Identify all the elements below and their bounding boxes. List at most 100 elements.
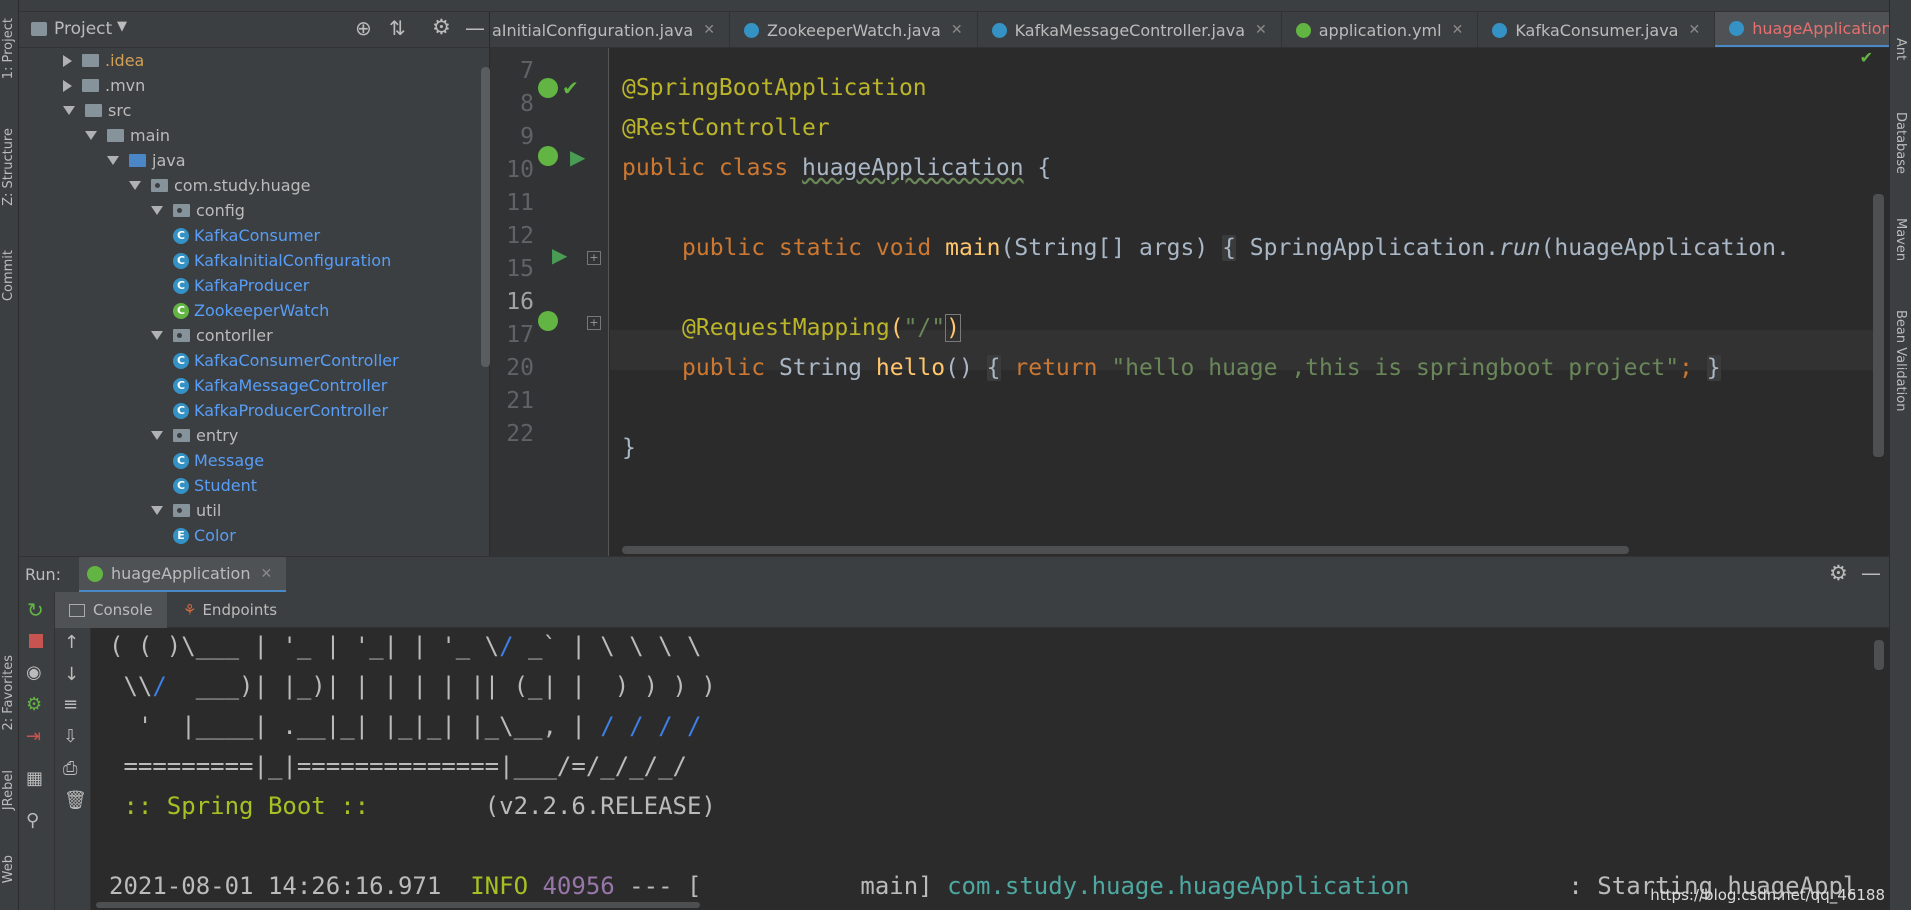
- expand-arrow-icon[interactable]: [151, 331, 163, 340]
- arrow-up-icon[interactable]: ↑: [64, 632, 79, 653]
- close-icon[interactable]: ✕: [1688, 22, 1700, 38]
- layout-icon[interactable]: ▦: [26, 768, 43, 789]
- gear-icon[interactable]: ⚙: [1829, 561, 1848, 585]
- project-panel-header: Project ▼ ⊕ ⇅ ⚙ —: [19, 12, 490, 48]
- check-icon[interactable]: ✔: [562, 76, 579, 100]
- expand-arrow-icon[interactable]: [85, 131, 97, 140]
- console-scrollbar[interactable]: [1874, 640, 1884, 670]
- debug-icon[interactable]: ⚙: [26, 694, 42, 715]
- locate-icon[interactable]: ⊕: [355, 16, 372, 40]
- tree-item[interactable]: .idea: [63, 48, 144, 73]
- close-icon[interactable]: ✕: [951, 22, 963, 38]
- expand-arrow-icon[interactable]: [129, 181, 141, 190]
- editor-tab[interactable]: KafkaMessageController.java ✕: [978, 12, 1282, 47]
- code-editor[interactable]: @SpringBootApplication @RestController p…: [610, 48, 1877, 556]
- tree-item[interactable]: C Student: [173, 473, 257, 498]
- tree-item[interactable]: C KafkaProducer: [173, 273, 309, 298]
- minimize-icon[interactable]: —: [1861, 561, 1881, 585]
- tree-item[interactable]: main: [85, 123, 170, 148]
- maven-tool-tab[interactable]: Maven: [1893, 218, 1908, 261]
- folded-brace[interactable]: {: [1222, 235, 1236, 261]
- tree-item[interactable]: src: [63, 98, 131, 123]
- tree-item[interactable]: com.study.huage: [129, 173, 311, 198]
- expand-arrow-icon[interactable]: [151, 206, 163, 215]
- tree-item[interactable]: contorller: [151, 323, 273, 348]
- tree-item[interactable]: C KafkaConsumerController: [173, 348, 399, 373]
- soft-wrap-icon[interactable]: ≡: [63, 694, 78, 715]
- tree-item[interactable]: .mvn: [63, 73, 145, 98]
- expand-arrow-icon[interactable]: [151, 506, 163, 515]
- arrow-down-icon[interactable]: ↓: [64, 664, 79, 685]
- endpoints-tab[interactable]: ⚘ Endpoints: [173, 592, 287, 628]
- ant-tool-tab[interactable]: Ant: [1893, 38, 1908, 60]
- tree-item[interactable]: C KafkaConsumer: [173, 223, 320, 248]
- run-gutter-icon[interactable]: ▶: [570, 145, 585, 169]
- tree-item[interactable]: C KafkaInitialConfiguration: [173, 248, 391, 273]
- stop-icon[interactable]: [29, 634, 43, 648]
- tree-item-label: java: [152, 151, 186, 170]
- run-gutter-icon[interactable]: ▶: [552, 243, 567, 267]
- tree-item[interactable]: C ZookeeperWatch: [173, 298, 329, 323]
- expand-arrow-icon[interactable]: [107, 156, 119, 165]
- console-tab[interactable]: Console: [55, 592, 167, 628]
- bean-validation-tool-tab[interactable]: Bean Validation: [1893, 310, 1908, 411]
- camera-icon[interactable]: ◉: [26, 662, 42, 683]
- trash-icon[interactable]: 🗑: [64, 790, 87, 811]
- watermark: https://blog.csdn.net/qq_46188: [1650, 886, 1885, 904]
- tree-item[interactable]: java: [107, 148, 186, 173]
- line-number: 22: [506, 421, 534, 447]
- collapse-arrow-icon[interactable]: [63, 54, 72, 67]
- spring-bean-icon[interactable]: [538, 78, 558, 98]
- spring-mapping-icon[interactable]: [538, 311, 558, 331]
- console-horizontal-scrollbar[interactable]: [96, 902, 700, 908]
- fold-icon[interactable]: +: [587, 316, 601, 330]
- console-output[interactable]: ( ( )\___ | '_ | '_| | '_ \/ _` | \ \ \ …: [91, 628, 1889, 910]
- commit-tool-tab[interactable]: Commit: [1, 250, 16, 301]
- collapse-arrow-icon[interactable]: [63, 79, 72, 92]
- expand-arrow-icon[interactable]: [151, 431, 163, 440]
- folded-brace[interactable]: {: [986, 355, 1001, 381]
- structure-tool-tab[interactable]: Z: Structure: [1, 128, 16, 206]
- inspection-ok-icon[interactable]: ✔: [1860, 48, 1873, 67]
- close-icon[interactable]: ✕: [260, 566, 272, 582]
- tree-item[interactable]: entry: [151, 423, 238, 448]
- editor-tab[interactable]: huageApplication.java✕: [1715, 12, 1889, 47]
- close-icon[interactable]: ✕: [1255, 22, 1267, 38]
- editor-horizontal-scrollbar[interactable]: [622, 546, 1629, 554]
- spring-bean-icon[interactable]: [538, 146, 558, 166]
- folder-icon: [107, 129, 124, 142]
- tree-item[interactable]: C KafkaMessageController: [173, 373, 387, 398]
- jrebel-tool-tab[interactable]: JRebel: [1, 770, 16, 810]
- database-tool-tab[interactable]: Database: [1893, 112, 1908, 174]
- close-icon[interactable]: ✕: [1452, 22, 1464, 38]
- editor-tab[interactable]: aInitialConfiguration.java ✕: [490, 12, 730, 47]
- tree-item[interactable]: util: [151, 498, 221, 523]
- print-icon[interactable]: ⎙: [63, 758, 77, 779]
- editor-tab[interactable]: KafkaConsumer.java ✕: [1478, 12, 1716, 47]
- project-view-title[interactable]: Project: [54, 19, 112, 39]
- favorites-tool-tab[interactable]: 2: Favorites: [1, 655, 16, 731]
- expand-arrow-icon[interactable]: [63, 106, 75, 115]
- pin-icon[interactable]: ⚲: [26, 810, 39, 831]
- fold-icon[interactable]: +: [587, 251, 601, 265]
- gear-icon[interactable]: ⚙: [432, 15, 451, 39]
- folded-brace[interactable]: }: [1706, 355, 1721, 381]
- rerun-icon[interactable]: ↻: [27, 598, 44, 622]
- exit-icon[interactable]: ⇥: [26, 726, 41, 747]
- run-config-tab[interactable]: huageApplication ✕: [79, 557, 287, 593]
- minimize-icon[interactable]: —: [465, 16, 485, 40]
- collapse-all-icon[interactable]: ⇅: [389, 16, 406, 40]
- editor-tab[interactable]: application.yml ✕: [1282, 12, 1479, 47]
- tree-item[interactable]: C Message: [173, 448, 264, 473]
- tree-scrollbar[interactable]: [481, 67, 490, 367]
- project-tool-tab[interactable]: 1: Project: [1, 18, 16, 79]
- scroll-to-end-icon[interactable]: ⇩: [63, 726, 78, 747]
- editor-vertical-scrollbar[interactable]: [1873, 194, 1884, 457]
- chevron-down-icon[interactable]: ▼: [117, 19, 127, 34]
- tree-item[interactable]: config: [151, 198, 245, 223]
- tree-item[interactable]: E Color: [173, 523, 236, 548]
- tree-item[interactable]: C KafkaProducerController: [173, 398, 388, 423]
- editor-tab[interactable]: ZookeeperWatch.java ✕: [730, 12, 978, 47]
- close-icon[interactable]: ✕: [703, 22, 715, 38]
- web-tool-tab[interactable]: Web: [1, 855, 16, 883]
